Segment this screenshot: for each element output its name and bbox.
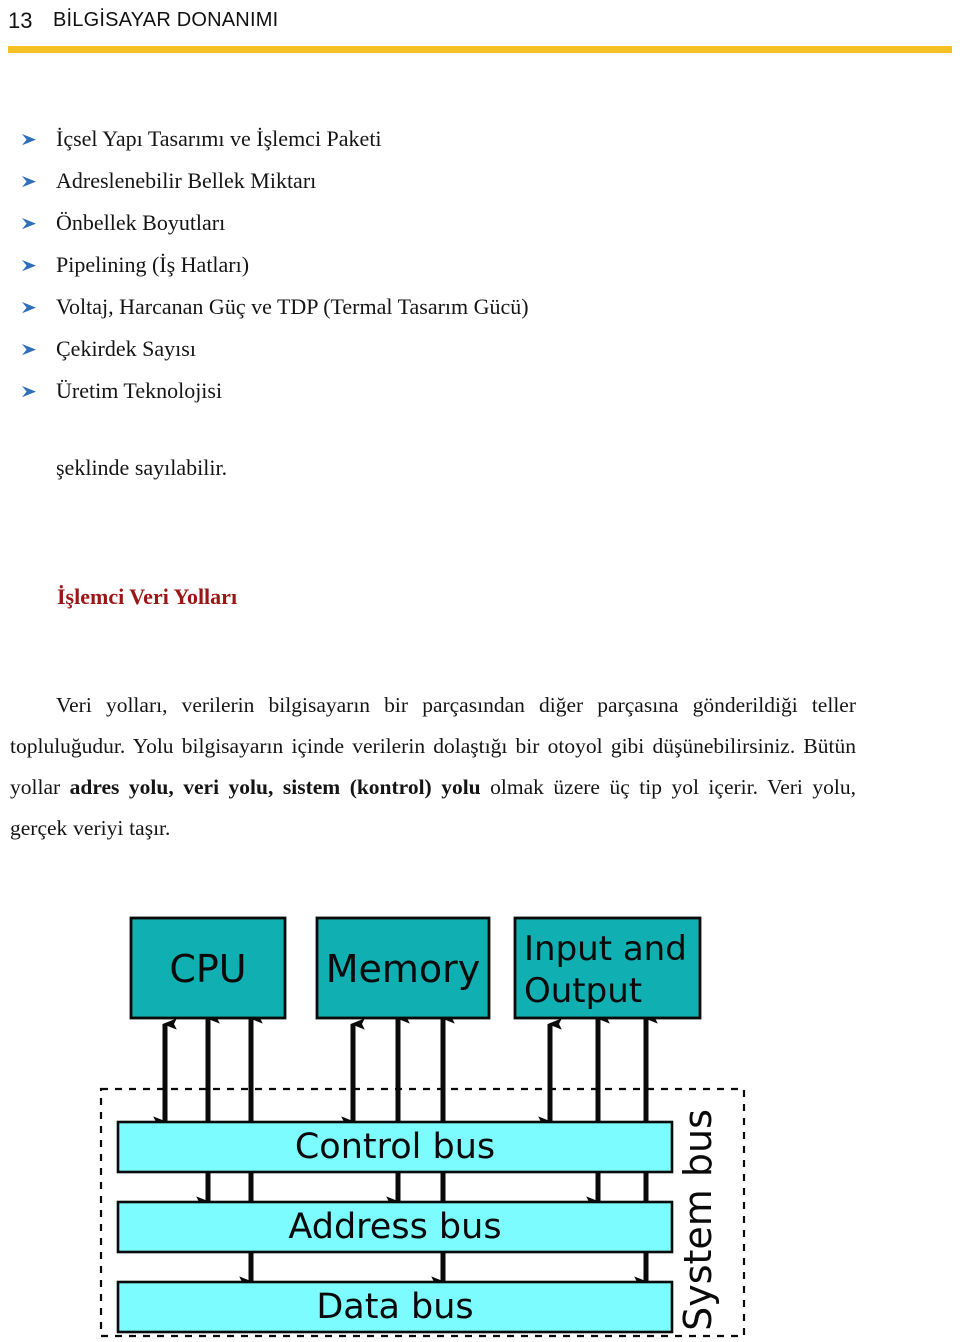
list-item: Çekirdek Sayısı bbox=[0, 332, 960, 374]
bus-bar-address: Address bus bbox=[116, 1200, 674, 1254]
chevron-right-arrow-icon bbox=[19, 297, 41, 319]
page-header: 13 BİLGİSAYAR DONANIMI bbox=[0, 0, 960, 56]
bus-bar-data: Data bus bbox=[116, 1280, 674, 1334]
chevron-right-arrow-icon bbox=[19, 381, 41, 403]
feature-bullet-list: İçsel Yapı Tasarımı ve İşlemci Paketi Ad… bbox=[0, 122, 960, 416]
bus-bar-label: Control bus bbox=[295, 1127, 495, 1167]
chevron-right-arrow-icon bbox=[19, 339, 41, 361]
bus-bar-label: Data bus bbox=[316, 1287, 473, 1327]
unit-box-label: Memory bbox=[326, 947, 481, 991]
section-heading: İşlemci Veri Yolları bbox=[57, 584, 238, 609]
chevron-right-arrow-icon bbox=[19, 255, 41, 277]
bus-bar-label: Address bus bbox=[288, 1207, 501, 1247]
list-item: Pipelining (İş Hatları) bbox=[0, 248, 960, 290]
list-item-label: Pipelining (İş Hatları) bbox=[56, 252, 250, 277]
unit-box-label-line-2: Output bbox=[524, 971, 642, 1011]
list-item-label: Çekirdek Sayısı bbox=[56, 336, 196, 361]
page-number: 13 bbox=[8, 8, 33, 33]
list-closing-line: şeklinde sayılabilir. bbox=[56, 455, 228, 480]
unit-box-label: CPU bbox=[169, 947, 246, 991]
list-item-label: Üretim Teknolojisi bbox=[56, 378, 223, 403]
list-item-label: Önbellek Boyutları bbox=[56, 210, 226, 235]
system-bus-enclosure-label: System bus bbox=[676, 1109, 720, 1331]
header-divider-rule bbox=[8, 46, 952, 53]
unit-box-label-line-1: Input and bbox=[524, 929, 687, 969]
list-item-label: İçsel Yapı Tasarımı ve İşlemci Paketi bbox=[56, 126, 382, 151]
chevron-right-arrow-icon bbox=[19, 213, 41, 235]
list-item: İçsel Yapı Tasarımı ve İşlemci Paketi bbox=[0, 122, 960, 164]
system-bus-diagram: Control bus Address bus Data bus CPU Mem… bbox=[0, 900, 960, 1342]
chevron-right-arrow-icon bbox=[19, 129, 41, 151]
unit-box-input-output: Input and Output bbox=[513, 916, 702, 1020]
body-paragraph: Veri yolları, verilerin bilgisayarın bir… bbox=[10, 685, 856, 849]
page-title: BİLGİSAYAR DONANIMI bbox=[53, 9, 279, 31]
paragraph-emphasis: adres yolu, veri yolu, sistem (kontrol) … bbox=[69, 774, 481, 799]
bus-bar-control: Control bus bbox=[116, 1120, 674, 1174]
list-item: Önbellek Boyutları bbox=[0, 206, 960, 248]
unit-box-memory: Memory bbox=[315, 916, 491, 1020]
unit-box-cpu: CPU bbox=[129, 916, 287, 1020]
list-item: Adreslenebilir Bellek Miktarı bbox=[0, 164, 960, 206]
list-item-label: Voltaj, Harcanan Güç ve TDP (Termal Tasa… bbox=[56, 294, 529, 319]
list-item: Voltaj, Harcanan Güç ve TDP (Termal Tasa… bbox=[0, 290, 960, 332]
list-item-label: Adreslenebilir Bellek Miktarı bbox=[56, 168, 317, 193]
list-item: Üretim Teknolojisi bbox=[0, 374, 960, 416]
chevron-right-arrow-icon bbox=[19, 171, 41, 193]
